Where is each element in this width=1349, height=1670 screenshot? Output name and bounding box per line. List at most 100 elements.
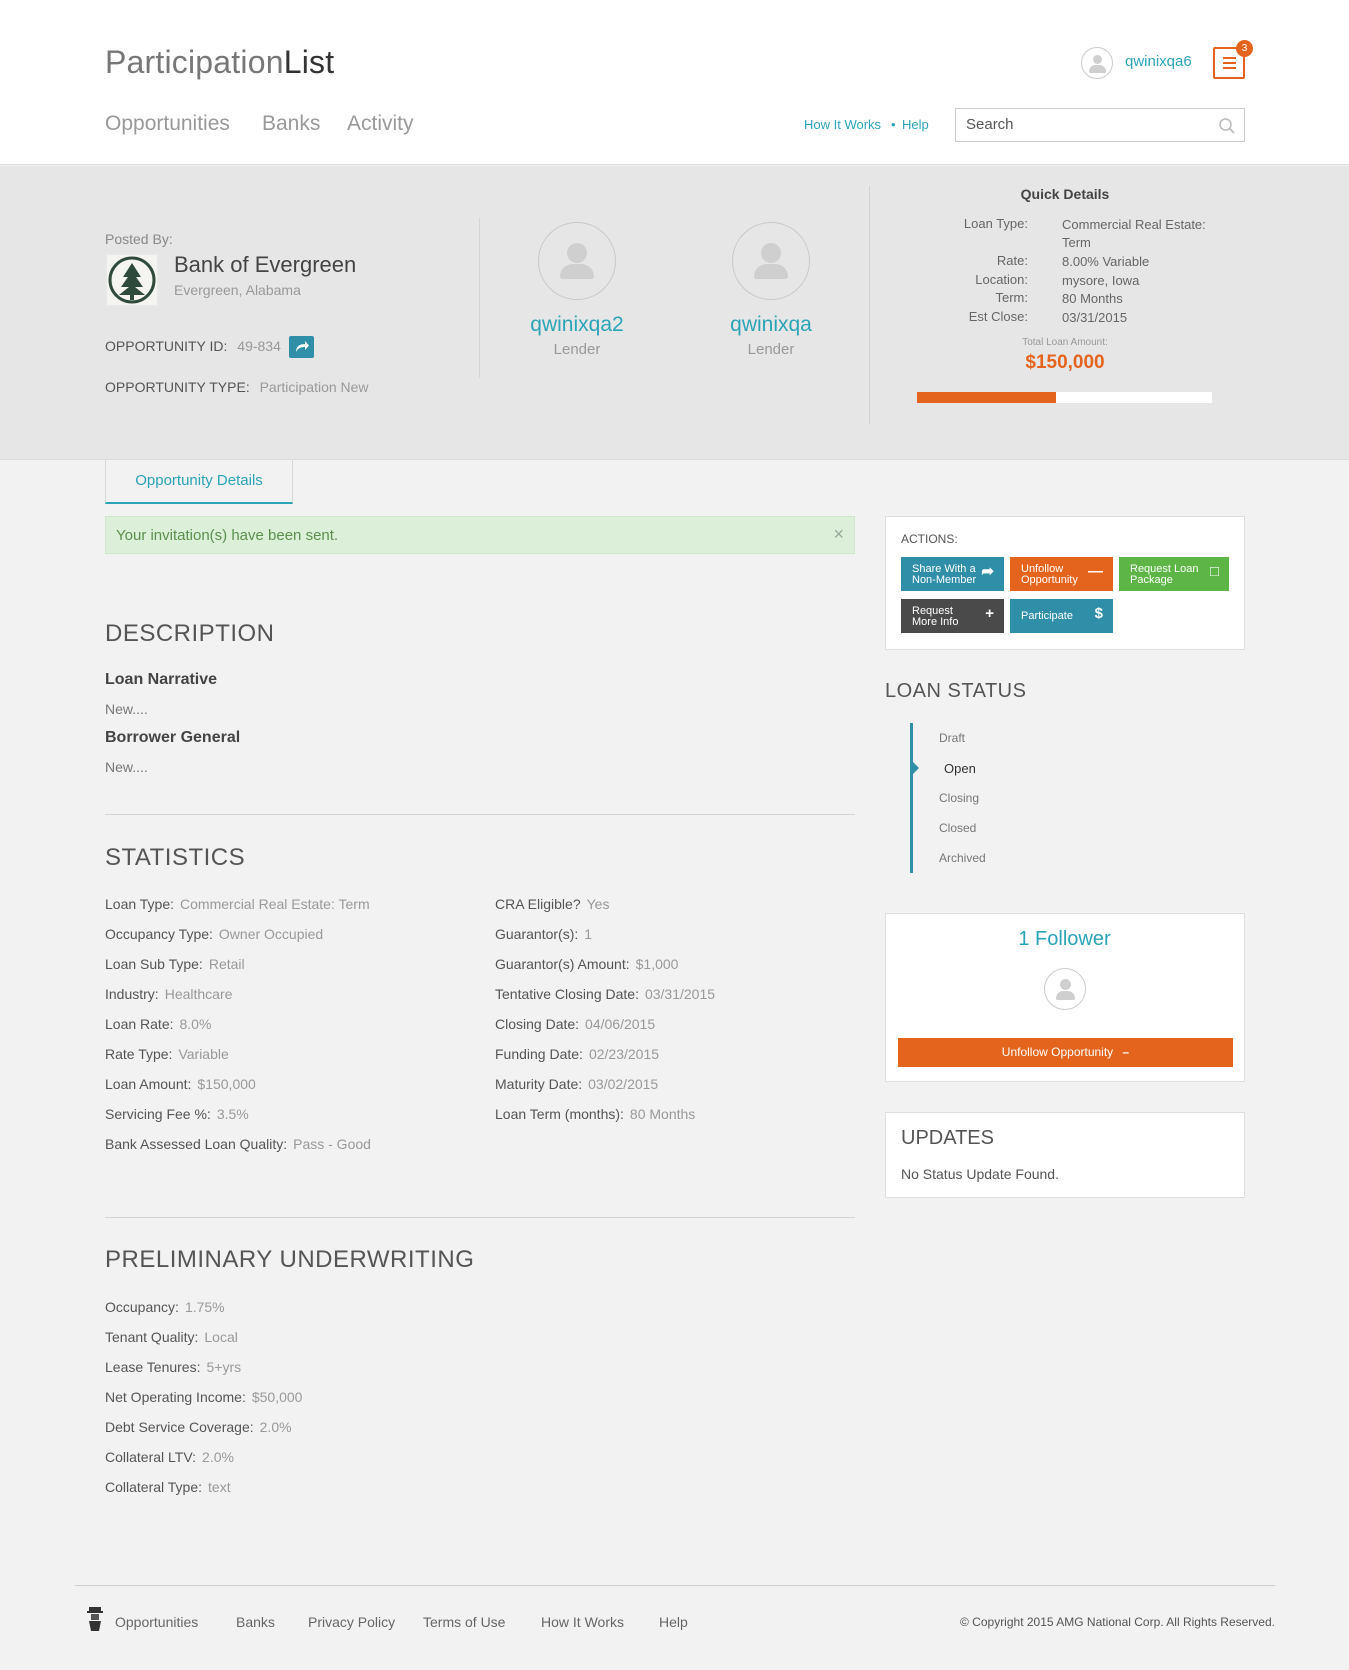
footer-link[interactable]: How It Works <box>541 1614 624 1630</box>
stat-row: CRA Eligible? Yes <box>495 896 609 912</box>
user-name-link[interactable]: qwinixqa6 <box>1125 53 1192 70</box>
stat-row: Closing Date: 04/06/2015 <box>495 1016 655 1032</box>
stat-value: text <box>208 1479 231 1495</box>
button-label: Unfollow Opportunity <box>1001 1045 1114 1059</box>
stat-row: Funding Date: 02/23/2015 <box>495 1046 659 1062</box>
footer-link[interactable]: Opportunities <box>115 1614 198 1630</box>
total-loan-amount: $150,000 <box>1025 352 1105 373</box>
stat-value: 1 <box>584 926 593 942</box>
divider <box>105 814 855 815</box>
search-input[interactable] <box>966 116 1206 133</box>
stat-value: 2.0% <box>202 1449 234 1465</box>
qd-key: Rate: <box>996 253 1028 268</box>
stat-value: 03/02/2015 <box>588 1076 659 1092</box>
stat-label: Guarantor(s): <box>495 926 579 942</box>
share-with-non-member-button[interactable]: Share With a Non-Member ➦ <box>901 557 1004 591</box>
status-open: Open <box>944 761 976 776</box>
total-loan-amount-label: Total Loan Amount: <box>1022 337 1108 348</box>
status-closed: Closed <box>939 821 977 835</box>
nav-activity[interactable]: Activity <box>347 112 414 136</box>
qd-value: 03/31/2015 <box>1062 310 1128 325</box>
stat-label: Collateral Type: <box>105 1479 203 1495</box>
footer-divider <box>75 1585 1275 1586</box>
divider <box>869 186 870 424</box>
stat-row: Loan Term (months): 80 Months <box>495 1106 695 1122</box>
qd-value: mysore, Iowa <box>1062 273 1140 288</box>
tree-icon <box>107 255 157 305</box>
plus-icon: + <box>985 605 994 622</box>
stat-label: Debt Service Coverage: <box>105 1419 254 1435</box>
divider <box>105 1217 855 1218</box>
status-timeline <box>910 723 913 873</box>
unfollow-opportunity-button[interactable]: Unfollow Opportunity — <box>1010 557 1113 591</box>
stat-label: Rate Type: <box>105 1046 173 1062</box>
stat-value: Healthcare <box>164 986 233 1002</box>
actions-panel: ACTIONS: Share With a Non-Member ➦ Unfoll… <box>885 516 1245 650</box>
follower-avatar-icon[interactable] <box>1044 968 1086 1010</box>
link-separator: • <box>891 117 896 132</box>
stat-value: Retail <box>208 956 245 972</box>
stat-label: Bank Assessed Loan Quality: <box>105 1136 288 1152</box>
nav-banks[interactable]: Banks <box>262 112 320 136</box>
stat-row: Debt Service Coverage: 2.0% <box>105 1419 292 1435</box>
stat-value: $1,000 <box>635 956 679 972</box>
opportunity-id-row: OPPORTUNITY ID: 49-834 <box>105 338 281 354</box>
stat-row: Industry: Healthcare <box>105 986 232 1002</box>
lender-avatar-icon[interactable] <box>538 222 616 300</box>
followers-title: 1 Follower <box>1018 928 1111 950</box>
participate-button[interactable]: Participate $ <box>1010 599 1113 633</box>
loan-narrative-text: New.... <box>105 701 148 717</box>
footer-link[interactable]: Terms of Use <box>423 1614 505 1630</box>
help-link[interactable]: Help <box>902 117 929 132</box>
stat-value: Pass - Good <box>293 1136 371 1152</box>
updates-title: UPDATES <box>901 1127 994 1149</box>
stat-row: Collateral LTV: 2.0% <box>105 1449 234 1465</box>
statistics-title: STATISTICS <box>105 844 246 871</box>
stat-row: Occupancy Type: Owner Occupied <box>105 926 323 942</box>
posted-by-label: Posted By: <box>105 231 173 247</box>
how-it-works-link[interactable]: How It Works <box>804 117 881 132</box>
stat-value: 1.75% <box>184 1299 225 1315</box>
stat-value: 5+yrs <box>206 1359 242 1375</box>
lender-role: Lender <box>747 341 795 358</box>
opportunity-type-row: OPPORTUNITY TYPE: Participation New <box>105 379 369 395</box>
request-more-info-button[interactable]: Request More Info + <box>901 599 1004 633</box>
stat-row: Tenant Quality: Local <box>105 1329 238 1345</box>
tab-opportunity-details[interactable]: Opportunity Details <box>105 460 293 504</box>
stat-label: Loan Term (months): <box>495 1106 624 1122</box>
lender-name[interactable]: qwinixqa <box>691 313 851 337</box>
stat-row: Net Operating Income: $50,000 <box>105 1389 302 1405</box>
stat-value: 80 Months <box>629 1106 696 1122</box>
stat-label: Funding Date: <box>495 1046 583 1062</box>
unfollow-opportunity-button[interactable]: Unfollow Opportunity – <box>898 1038 1233 1067</box>
stat-value: 3.5% <box>216 1106 249 1122</box>
alert-message: Your invitation(s) have been sent. <box>116 527 339 544</box>
lender-name[interactable]: qwinixqa2 <box>497 313 657 337</box>
stat-row: Servicing Fee %: 3.5% <box>105 1106 249 1122</box>
funding-progress-fill <box>917 392 1056 403</box>
footer-link[interactable]: Privacy Policy <box>308 1614 395 1630</box>
user-avatar-icon[interactable] <box>1081 47 1113 79</box>
opportunity-id-label: OPPORTUNITY ID: <box>105 338 228 354</box>
footer-link[interactable]: Help <box>659 1614 688 1630</box>
lender-avatar-icon[interactable] <box>732 222 810 300</box>
stat-row: Guarantor(s): 1 <box>495 926 592 942</box>
share-id-button[interactable] <box>289 336 314 358</box>
nav-opportunities[interactable]: Opportunities <box>105 112 230 136</box>
search-icon[interactable] <box>1218 117 1236 135</box>
stat-label: Loan Amount: <box>105 1076 192 1092</box>
stat-value: Variable <box>178 1046 229 1062</box>
minus-icon: — <box>1088 563 1103 580</box>
footer-link[interactable]: Banks <box>236 1614 275 1630</box>
stat-value: $50,000 <box>251 1389 303 1405</box>
search-box <box>955 108 1245 142</box>
request-loan-package-button[interactable]: Request Loan Package □ <box>1119 557 1229 591</box>
close-icon[interactable]: × <box>833 524 844 545</box>
logo-light-text: Participation <box>105 44 284 80</box>
stat-label: Occupancy: <box>105 1299 179 1315</box>
stat-row: Rate Type: Variable <box>105 1046 229 1062</box>
stat-row: Occupancy: 1.75% <box>105 1299 225 1315</box>
site-logo[interactable]: ParticipationList <box>105 44 334 81</box>
bank-name[interactable]: Bank of Evergreen <box>174 252 356 278</box>
loan-status-title: LOAN STATUS <box>885 680 1027 702</box>
